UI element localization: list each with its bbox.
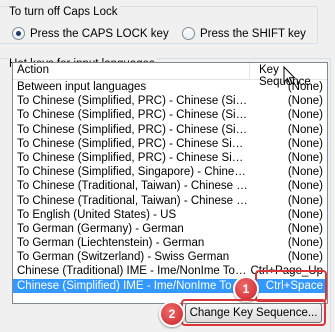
list-item-key-sequence: (None) xyxy=(287,166,323,179)
list-item-action: To Chinese (Simplified, PRC) - Chinese (… xyxy=(17,109,249,122)
list-item-action: To Chinese (Simplified, PRC) - Chinese S… xyxy=(17,137,249,150)
list-item-key-sequence: (None) xyxy=(287,180,323,193)
radio-unselected-icon xyxy=(182,27,195,40)
list-item[interactable]: To Chinese (Simplified, PRC) - Chinese (… xyxy=(13,94,327,108)
annotation-highlight-selected-key xyxy=(255,270,327,302)
list-item[interactable]: To Chinese (Simplified, PRC) - Chinese S… xyxy=(13,137,327,151)
list-item[interactable]: Between input languages (None) xyxy=(13,80,327,94)
list-item-action: To German (Switzerland) - Swiss German xyxy=(17,251,230,264)
list-item-action: To English (United States) - US xyxy=(17,208,177,221)
list-item-key-sequence: (None) xyxy=(287,109,323,122)
caps-lock-key-radio[interactable]: Press the CAPS LOCK key xyxy=(12,27,169,40)
caps-lock-key-label: Press the CAPS LOCK key xyxy=(30,27,169,40)
list-item-action: To Chinese (Simplified, Singapore) - Chi… xyxy=(17,166,249,179)
list-item[interactable]: To German (Switzerland) - Swiss German (N… xyxy=(13,250,327,264)
list-rows: Between input languages (None) To Chinese … xyxy=(13,80,327,293)
list-item-action: Chinese (Simplified) IME - Ime/NonIme To… xyxy=(17,279,249,292)
radio-selected-icon xyxy=(12,27,25,40)
list-item-action: To Chinese (Traditional, Taiwan) - Chine… xyxy=(17,180,249,193)
shift-key-radio[interactable]: Press the SHIFT key xyxy=(182,27,306,40)
change-key-sequence-button[interactable]: Change Key Sequence... xyxy=(185,303,322,323)
list-item-action: To German (Germany) - German xyxy=(17,222,184,235)
list-item[interactable]: To Chinese (Traditional, Taiwan) - Chine… xyxy=(13,194,327,208)
list-item-key-sequence: (None) xyxy=(287,151,323,164)
list-item[interactable]: To Chinese (Simplified, Singapore) - Chi… xyxy=(13,165,327,179)
list-item[interactable]: To Chinese (Simplified, PRC) - Chinese S… xyxy=(13,151,327,165)
list-item-action: Chinese (Traditional) IME - Ime/NonIme T… xyxy=(17,265,249,278)
column-header-action[interactable]: Action xyxy=(17,64,49,76)
shift-key-label: Press the SHIFT key xyxy=(200,27,306,40)
list-item-action: To Chinese (Traditional, Taiwan) - Chine… xyxy=(17,194,249,207)
list-item[interactable]: To English (United States) - US (None) xyxy=(13,208,327,222)
mouse-pointer-icon xyxy=(283,66,296,86)
list-item[interactable]: To Chinese (Simplified, PRC) - Chinese (… xyxy=(13,108,327,122)
list-item-key-sequence: (None) xyxy=(287,208,323,221)
column-divider[interactable] xyxy=(249,63,250,79)
annotation-badge-2: 2 xyxy=(159,301,185,327)
list-item-action: Between input languages xyxy=(17,81,147,93)
list-item-action: To Chinese (Simplified, PRC) - Chinese (… xyxy=(17,123,249,136)
list-item-action: To German (Liechtenstein) - German xyxy=(17,237,205,250)
list-item[interactable]: To German (Liechtenstein) - German (None) xyxy=(13,236,327,250)
list-item-key-sequence: (None) xyxy=(287,237,323,250)
list-item[interactable]: To Chinese (Traditional, Taiwan) - Chine… xyxy=(13,179,327,193)
list-item-action: To Chinese (Simplified, PRC) - Chinese (… xyxy=(17,95,249,108)
caps-lock-group: To turn off Caps Lock Press the CAPS LOC… xyxy=(0,6,318,44)
list-item-key-sequence: (None) xyxy=(287,251,323,264)
list-item-key-sequence: (None) xyxy=(287,123,323,136)
caps-lock-group-title: To turn off Caps Lock xyxy=(7,6,120,18)
list-item[interactable]: To Chinese (Simplified, PRC) - Chinese (… xyxy=(13,123,327,137)
list-item-key-sequence: (None) xyxy=(287,222,323,235)
hot-keys-list[interactable]: Action Key Sequence Between input langua… xyxy=(12,62,328,304)
list-item-key-sequence: (None) xyxy=(287,95,323,108)
list-header: Action Key Sequence xyxy=(13,63,327,88)
text-services-advanced-key-settings: To turn off Caps Lock Press the CAPS LOC… xyxy=(0,0,335,332)
list-item-action: To Chinese (Simplified, PRC) - Chinese S… xyxy=(17,151,249,164)
list-item[interactable]: To German (Germany) - German (None) xyxy=(13,222,327,236)
list-item-key-sequence: (None) xyxy=(287,137,323,150)
list-item-key-sequence: (None) xyxy=(287,194,323,207)
